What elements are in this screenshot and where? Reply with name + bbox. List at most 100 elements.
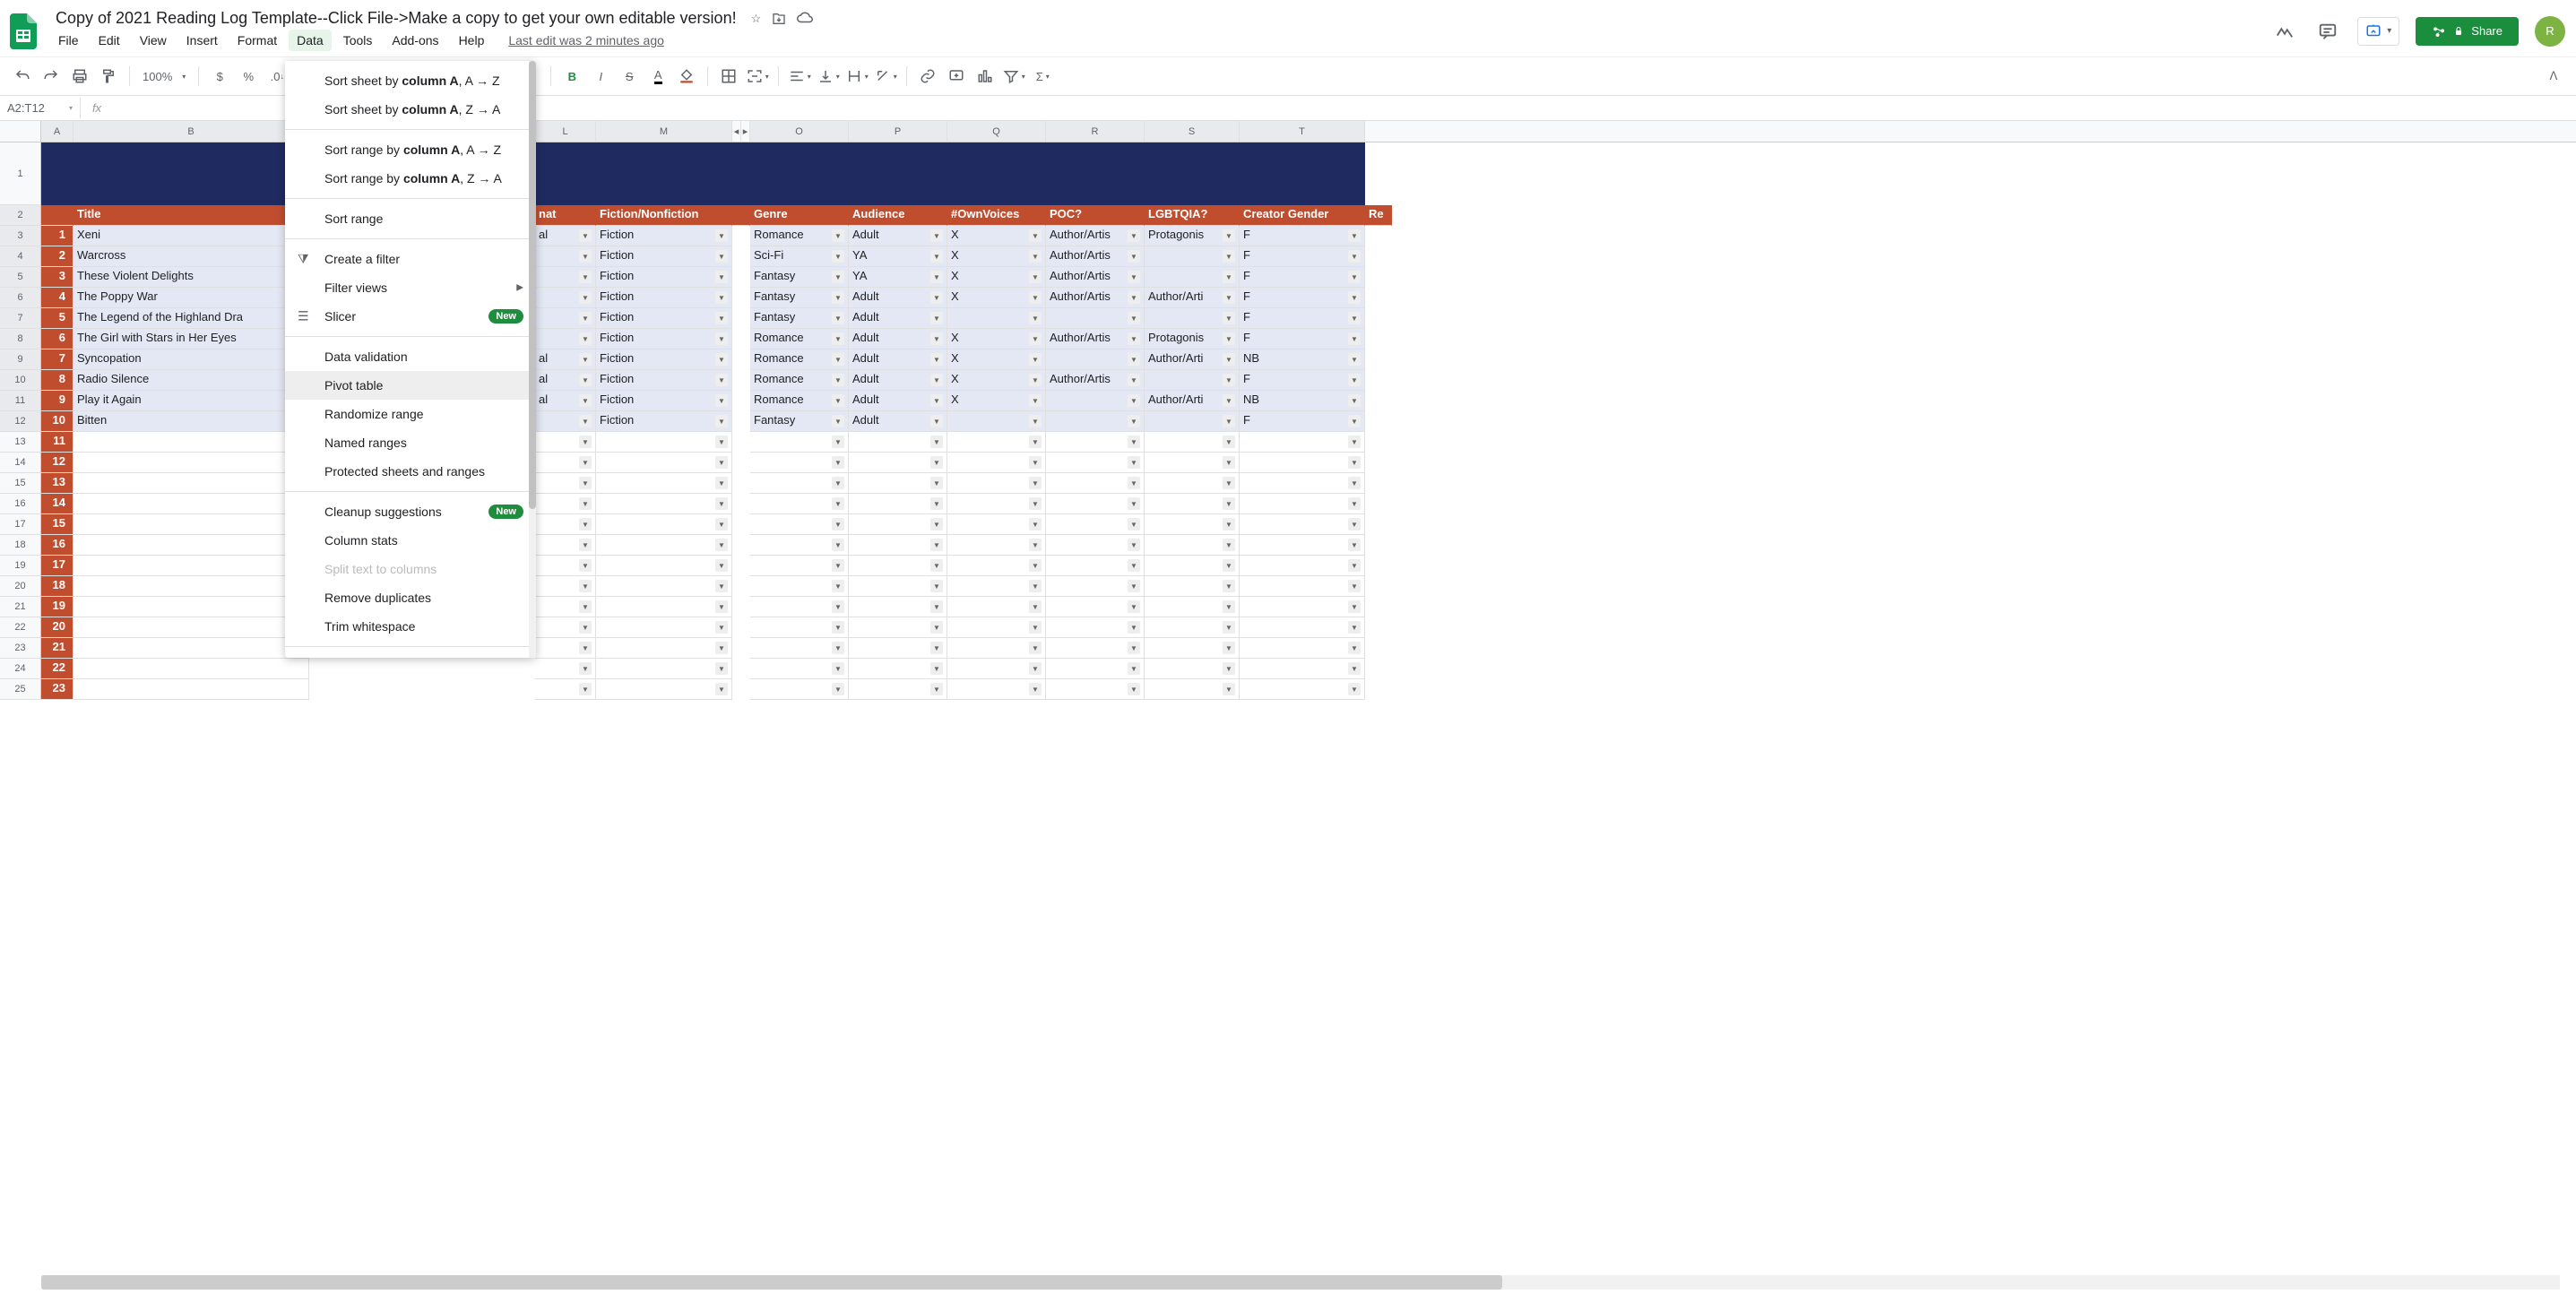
empty-cell[interactable]	[1240, 473, 1365, 494]
menu-sort-sheet-za[interactable]: Sort sheet by column A, Z → A	[285, 95, 536, 124]
data-cell[interactable]: X	[947, 246, 1046, 267]
empty-cell[interactable]	[535, 659, 596, 679]
empty-cell[interactable]	[1240, 638, 1365, 659]
empty-cell[interactable]	[732, 597, 750, 617]
menu-scrollbar[interactable]	[529, 61, 536, 658]
data-cell[interactable]: The Poppy War	[73, 288, 309, 308]
h-align-button[interactable]	[786, 63, 813, 90]
star-icon[interactable]: ☆	[751, 12, 762, 26]
row-header[interactable]: 16	[0, 494, 41, 514]
col-header-R[interactable]: R	[1046, 121, 1145, 142]
empty-cell[interactable]	[596, 535, 732, 556]
data-cell[interactable]	[732, 411, 750, 432]
data-cell[interactable]: 4	[41, 288, 73, 308]
menu-format[interactable]: Format	[229, 30, 285, 51]
hidden-cols-left-indicator[interactable]: ◂	[732, 121, 741, 142]
empty-cell[interactable]	[849, 453, 947, 473]
empty-cell[interactable]	[1145, 432, 1240, 453]
empty-cell[interactable]	[1046, 576, 1145, 597]
data-cell[interactable]: The Girl with Stars in Her Eyes	[73, 329, 309, 349]
collapse-toolbar-button[interactable]: ᐱ	[2540, 63, 2567, 90]
empty-cell[interactable]	[849, 659, 947, 679]
data-cell[interactable]: al	[535, 226, 596, 246]
empty-cell[interactable]	[596, 514, 732, 535]
empty-cell[interactable]	[535, 453, 596, 473]
data-cell[interactable]: X	[947, 267, 1046, 288]
data-cell[interactable]: Fiction	[596, 226, 732, 246]
link-button[interactable]	[914, 63, 941, 90]
row-header[interactable]: 13	[0, 432, 41, 453]
data-cell[interactable]: F	[1240, 411, 1365, 432]
col-header-O[interactable]: O	[750, 121, 849, 142]
empty-cell[interactable]: 23	[41, 679, 73, 700]
paint-format-button[interactable]	[95, 63, 122, 90]
header-cell[interactable]: LGBTQIA?	[1145, 205, 1240, 226]
menu-data-validation[interactable]: Data validation	[285, 342, 536, 371]
empty-cell[interactable]: 16	[41, 535, 73, 556]
data-cell[interactable]: Romance	[750, 370, 849, 391]
data-cell[interactable]: YA	[849, 246, 947, 267]
empty-cell[interactable]	[849, 638, 947, 659]
fill-color-button[interactable]	[673, 63, 700, 90]
data-cell[interactable]	[732, 349, 750, 370]
wrap-button[interactable]	[843, 63, 870, 90]
row-header[interactable]: 11	[0, 391, 41, 411]
menu-cleanup[interactable]: Cleanup suggestionsNew	[285, 497, 536, 526]
empty-cell[interactable]	[849, 494, 947, 514]
empty-cell[interactable]	[73, 556, 309, 576]
empty-cell[interactable]	[750, 473, 849, 494]
v-align-button[interactable]	[815, 63, 842, 90]
data-cell[interactable]: Fantasy	[750, 267, 849, 288]
data-cell[interactable]: NB	[1240, 391, 1365, 411]
data-cell[interactable]: 8	[41, 370, 73, 391]
empty-cell[interactable]	[947, 556, 1046, 576]
row-header[interactable]: 14	[0, 453, 41, 473]
data-cell[interactable]: YA	[849, 267, 947, 288]
header-cell[interactable]	[41, 205, 73, 226]
menu-trim[interactable]: Trim whitespace	[285, 612, 536, 641]
data-cell[interactable]	[535, 308, 596, 329]
empty-cell[interactable]	[947, 494, 1046, 514]
data-cell[interactable]: Warcross	[73, 246, 309, 267]
data-cell[interactable]: Protagonis	[1145, 226, 1240, 246]
document-title[interactable]: Copy of 2021 Reading Log Template--Click…	[50, 7, 742, 30]
account-avatar[interactable]: R	[2535, 16, 2565, 47]
col-header-Q[interactable]: Q	[947, 121, 1046, 142]
empty-cell[interactable]	[1046, 597, 1145, 617]
col-header-M[interactable]: M	[596, 121, 732, 142]
row-header[interactable]: 22	[0, 617, 41, 638]
empty-cell[interactable]	[1240, 659, 1365, 679]
row-header[interactable]: 24	[0, 659, 41, 679]
empty-cell[interactable]	[535, 494, 596, 514]
empty-cell[interactable]	[947, 659, 1046, 679]
data-cell[interactable]: These Violent Delights	[73, 267, 309, 288]
empty-cell[interactable]	[732, 638, 750, 659]
row-header[interactable]: 23	[0, 638, 41, 659]
header-cell[interactable]: Creator Gender	[1240, 205, 1365, 226]
last-edit-link[interactable]: Last edit was 2 minutes ago	[508, 33, 664, 47]
empty-cell[interactable]	[1240, 514, 1365, 535]
data-cell[interactable]	[1145, 246, 1240, 267]
data-cell[interactable]: X	[947, 226, 1046, 246]
empty-cell[interactable]	[849, 679, 947, 700]
empty-cell[interactable]	[1240, 576, 1365, 597]
data-cell[interactable]: Fantasy	[750, 308, 849, 329]
empty-cell[interactable]: 19	[41, 597, 73, 617]
empty-cell[interactable]	[535, 535, 596, 556]
data-cell[interactable]: Author/Artis	[1046, 267, 1145, 288]
empty-cell[interactable]	[849, 514, 947, 535]
data-cell[interactable]: X	[947, 349, 1046, 370]
header-cell[interactable]	[732, 205, 750, 226]
row-header[interactable]: 9	[0, 349, 41, 370]
data-cell[interactable]	[1046, 391, 1145, 411]
zoom-select[interactable]: 100%	[137, 70, 191, 83]
empty-cell[interactable]	[732, 432, 750, 453]
empty-cell[interactable]	[596, 494, 732, 514]
col-header-B[interactable]: B	[73, 121, 309, 142]
row-header[interactable]: 15	[0, 473, 41, 494]
empty-cell[interactable]: 15	[41, 514, 73, 535]
filter-button[interactable]	[1000, 63, 1027, 90]
row-header[interactable]: 17	[0, 514, 41, 535]
chart-button[interactable]	[972, 63, 998, 90]
menu-data[interactable]: Data	[289, 30, 332, 51]
